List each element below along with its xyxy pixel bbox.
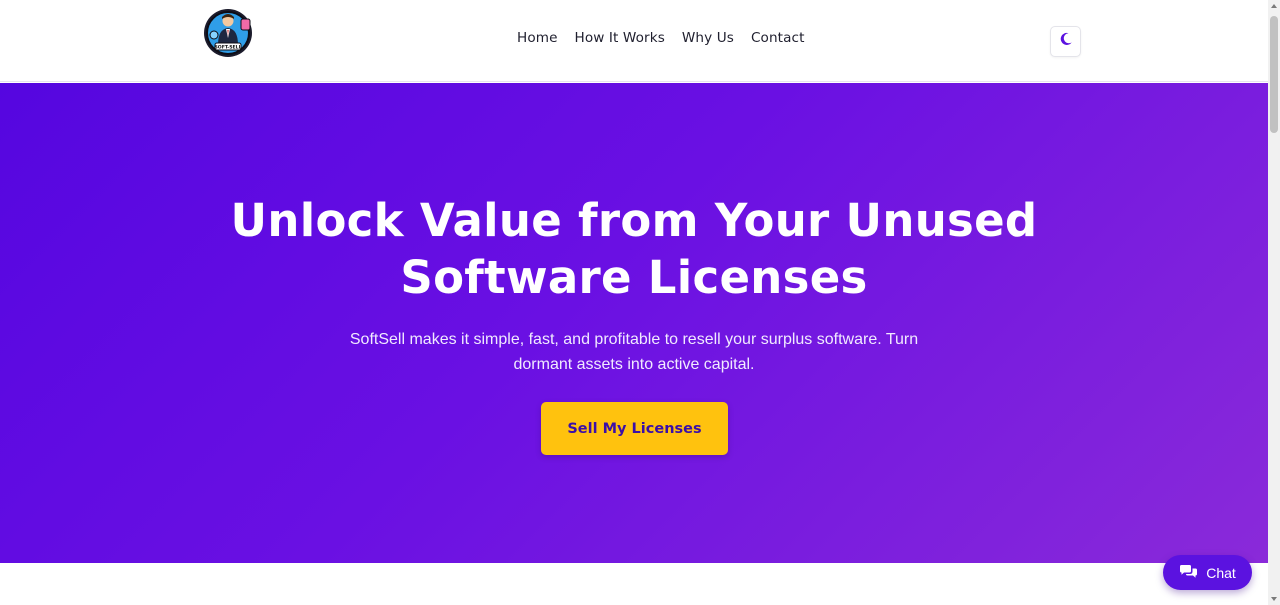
hero-section: Unlock Value from Your Unused Software L… bbox=[0, 83, 1268, 563]
nav-link-home[interactable]: Home bbox=[517, 30, 558, 46]
chat-button[interactable]: Chat bbox=[1163, 555, 1252, 590]
moon-icon bbox=[1059, 32, 1073, 51]
scroll-down-arrow-icon[interactable] bbox=[1268, 593, 1280, 605]
scrollbar-thumb[interactable] bbox=[1270, 16, 1278, 133]
softsell-logo[interactable]: SOFT-SELL bbox=[201, 5, 256, 59]
svg-text:SOFT-SELL: SOFT-SELL bbox=[214, 45, 241, 51]
hero-subtitle: SoftSell makes it simple, fast, and prof… bbox=[349, 331, 919, 373]
site-header: SOFT-SELL Home How It Works Why Us Conta… bbox=[0, 0, 1268, 82]
nav-link-contact[interactable]: Contact bbox=[751, 30, 805, 46]
page-scrollbar[interactable] bbox=[1268, 0, 1280, 605]
scroll-up-arrow-icon[interactable] bbox=[1268, 0, 1280, 12]
nav-link-how-it-works[interactable]: How It Works bbox=[575, 30, 665, 46]
chat-label: Chat bbox=[1206, 564, 1236, 581]
chat-bubbles-icon bbox=[1179, 564, 1198, 582]
hero-title: Unlock Value from Your Unused Software L… bbox=[0, 192, 1268, 306]
hero-title-line-1: Unlock Value from Your Unused bbox=[230, 194, 1038, 247]
sell-my-licenses-button[interactable]: Sell My Licenses bbox=[541, 402, 728, 455]
page: SOFT-SELL Home How It Works Why Us Conta… bbox=[0, 0, 1268, 605]
theme-toggle-button[interactable] bbox=[1050, 26, 1081, 57]
nav-link-why-us[interactable]: Why Us bbox=[682, 30, 734, 46]
hero-title-line-2: Software Licenses bbox=[400, 251, 868, 304]
main-nav: Home How It Works Why Us Contact bbox=[517, 30, 805, 46]
